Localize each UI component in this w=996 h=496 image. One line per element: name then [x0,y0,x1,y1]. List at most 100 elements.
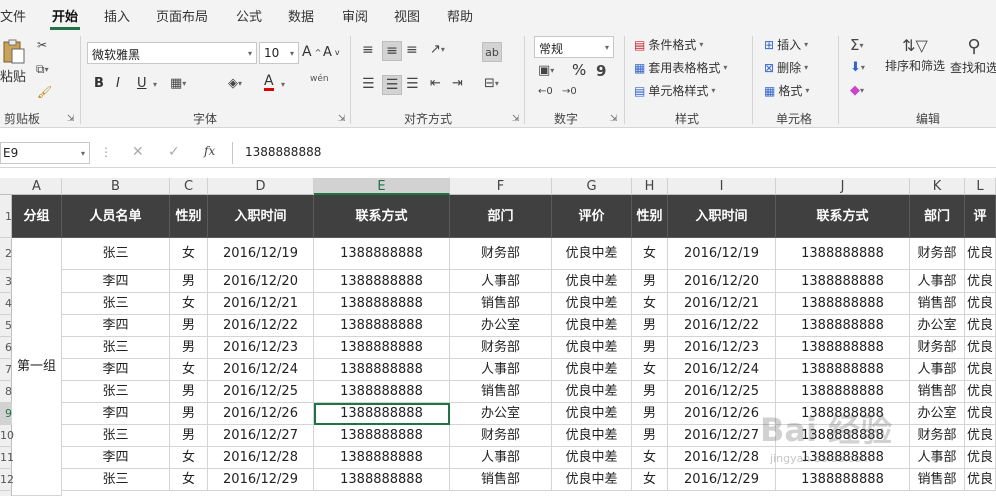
tab-help[interactable]: 帮助 [447,6,473,25]
table-cell[interactable]: 优良 [965,293,996,315]
row-header[interactable]: 3 [0,270,12,293]
table-cell[interactable]: 1388888888 [776,447,910,469]
spreadsheet-grid[interactable]: 分组 人员名单 性别 入职时间 联系方式 部门 评价 性别 入职时间 联系方式 部门评第一组 张三女 2… [12,195,996,496]
table-cell[interactable]: 李四 [62,270,170,293]
decrease-indent-icon[interactable]: ⇤ [430,76,441,91]
cut-icon[interactable]: ✂ [37,38,47,52]
table-cell[interactable]: 2016/12/29 [208,469,314,491]
bold-button[interactable]: B [94,76,104,91]
border-icon[interactable]: ▦ ▾ [170,76,186,91]
dialog-launcher-icon[interactable]: ⇲ [512,114,520,124]
table-cell[interactable]: 张三 [62,469,170,491]
row-header[interactable]: 10 [0,425,14,447]
format-painter-icon[interactable]: 🖌 [37,85,52,99]
table-cell[interactable]: 1388888888 [314,238,450,270]
tab-home[interactable]: 开始 [52,6,78,25]
table-cell[interactable]: 人事部 [910,359,965,381]
header-cell[interactable]: 性别 [170,195,208,238]
table-cell[interactable]: 男 [170,315,208,337]
table-cell[interactable]: 优良 [965,403,996,425]
table-cell[interactable]: 1388888888 [776,359,910,381]
column-header-g[interactable]: G [552,178,632,195]
table-cell[interactable]: 财务部 [910,238,965,270]
align-top-icon[interactable]: ≡ [362,42,374,58]
insert-cells-button[interactable]: ⊞ 插入 ▾ [764,36,808,53]
table-cell[interactable]: 李四 [62,403,170,425]
table-cell[interactable]: 男 [632,315,668,337]
table-cell[interactable]: 1388888888 [314,469,450,491]
table-cell[interactable]: 1388888888 [314,381,450,403]
table-cell[interactable]: 女 [170,238,208,270]
group-label-cell[interactable]: 第一组 [12,238,62,496]
phonetic-guide-button[interactable]: wén [310,74,329,84]
table-cell[interactable]: 优良中差 [552,381,632,403]
row-header[interactable]: 9 [0,403,12,425]
table-cell[interactable]: 优良 [965,447,996,469]
table-cell[interactable]: 优良 [965,359,996,381]
table-cell[interactable]: 优良 [965,337,996,359]
table-cell[interactable]: 女 [170,469,208,491]
tab-page-layout[interactable]: 页面布局 [156,6,208,25]
align-middle-icon[interactable]: ≡ [382,41,402,61]
align-right-icon[interactable]: ☰ [406,76,419,92]
column-header-a[interactable]: A [12,178,62,195]
header-cell[interactable]: 性别 [632,195,668,238]
table-cell[interactable]: 男 [632,381,668,403]
table-cell[interactable]: 张三 [62,381,170,403]
table-cell[interactable]: 人事部 [910,447,965,469]
table-cell[interactable]: 2016/12/23 [668,337,776,359]
column-header-h[interactable]: H [632,178,668,195]
table-cell[interactable]: 女 [632,447,668,469]
column-header-j[interactable]: J [776,178,910,195]
table-cell[interactable]: 销售部 [450,469,552,491]
table-cell[interactable]: 优良中差 [552,447,632,469]
table-cell[interactable]: 人事部 [450,447,552,469]
header-cell[interactable]: 入职时间 [208,195,314,238]
tab-file[interactable]: 文件 [0,6,26,25]
row-header[interactable]: 11 [0,447,14,469]
name-box[interactable]: E9 ▾ [0,142,90,164]
table-cell[interactable]: 2016/12/25 [668,381,776,403]
table-cell[interactable]: 女 [632,359,668,381]
table-cell[interactable]: 优良 [965,381,996,403]
wrap-text-icon[interactable]: ab [482,42,502,62]
table-cell[interactable]: 2016/12/27 [208,425,314,447]
table-cell[interactable]: 2016/12/28 [208,447,314,469]
comma-style-icon[interactable]: 9 [596,62,606,80]
table-cell[interactable]: 张三 [62,337,170,359]
row-header[interactable]: 6 [0,337,12,359]
tab-data[interactable]: 数据 [288,6,314,25]
column-header-c[interactable]: C [170,178,208,195]
table-cell[interactable]: 1388888888 [314,315,450,337]
table-cell[interactable]: 办公室 [450,403,552,425]
dialog-launcher-icon[interactable]: ⇲ [67,114,75,124]
header-cell[interactable]: 联系方式 [314,195,450,238]
row-header[interactable]: 8 [0,381,12,403]
chevron-down-icon[interactable]: ▾ [281,80,285,89]
table-cell[interactable]: 优良 [965,315,996,337]
table-cell[interactable]: 男 [170,381,208,403]
table-cell[interactable]: 2016/12/20 [208,270,314,293]
table-cell[interactable]: 财务部 [910,337,965,359]
find-select-button[interactable]: ⚲ 查找和选 [950,36,996,76]
more-options-icon[interactable]: ⋮ [100,145,112,159]
align-center-icon[interactable]: ☰ [382,75,402,95]
table-cell[interactable]: 1388888888 [314,425,450,447]
column-header-b[interactable]: B [62,178,170,195]
table-cell[interactable]: 人事部 [450,270,552,293]
table-cell[interactable]: 销售部 [910,381,965,403]
table-cell[interactable]: 财务部 [450,238,552,270]
table-cell[interactable]: 2016/12/26 [208,403,314,425]
table-cell[interactable]: 张三 [62,425,170,447]
table-cell[interactable]: 男 [632,337,668,359]
table-cell[interactable]: 李四 [62,315,170,337]
decrease-decimal-icon[interactable]: →0 [562,86,577,97]
table-cell[interactable]: 2016/12/20 [668,270,776,293]
table-cell[interactable]: 女 [632,238,668,270]
table-cell[interactable]: 优良中差 [552,337,632,359]
table-cell[interactable]: 张三 [62,238,170,270]
table-cell[interactable]: 2016/12/26 [668,403,776,425]
table-cell[interactable]: 优良 [965,469,996,491]
column-header-e[interactable]: E [314,178,450,195]
selected-cell[interactable]: 1388888888 [314,403,450,425]
